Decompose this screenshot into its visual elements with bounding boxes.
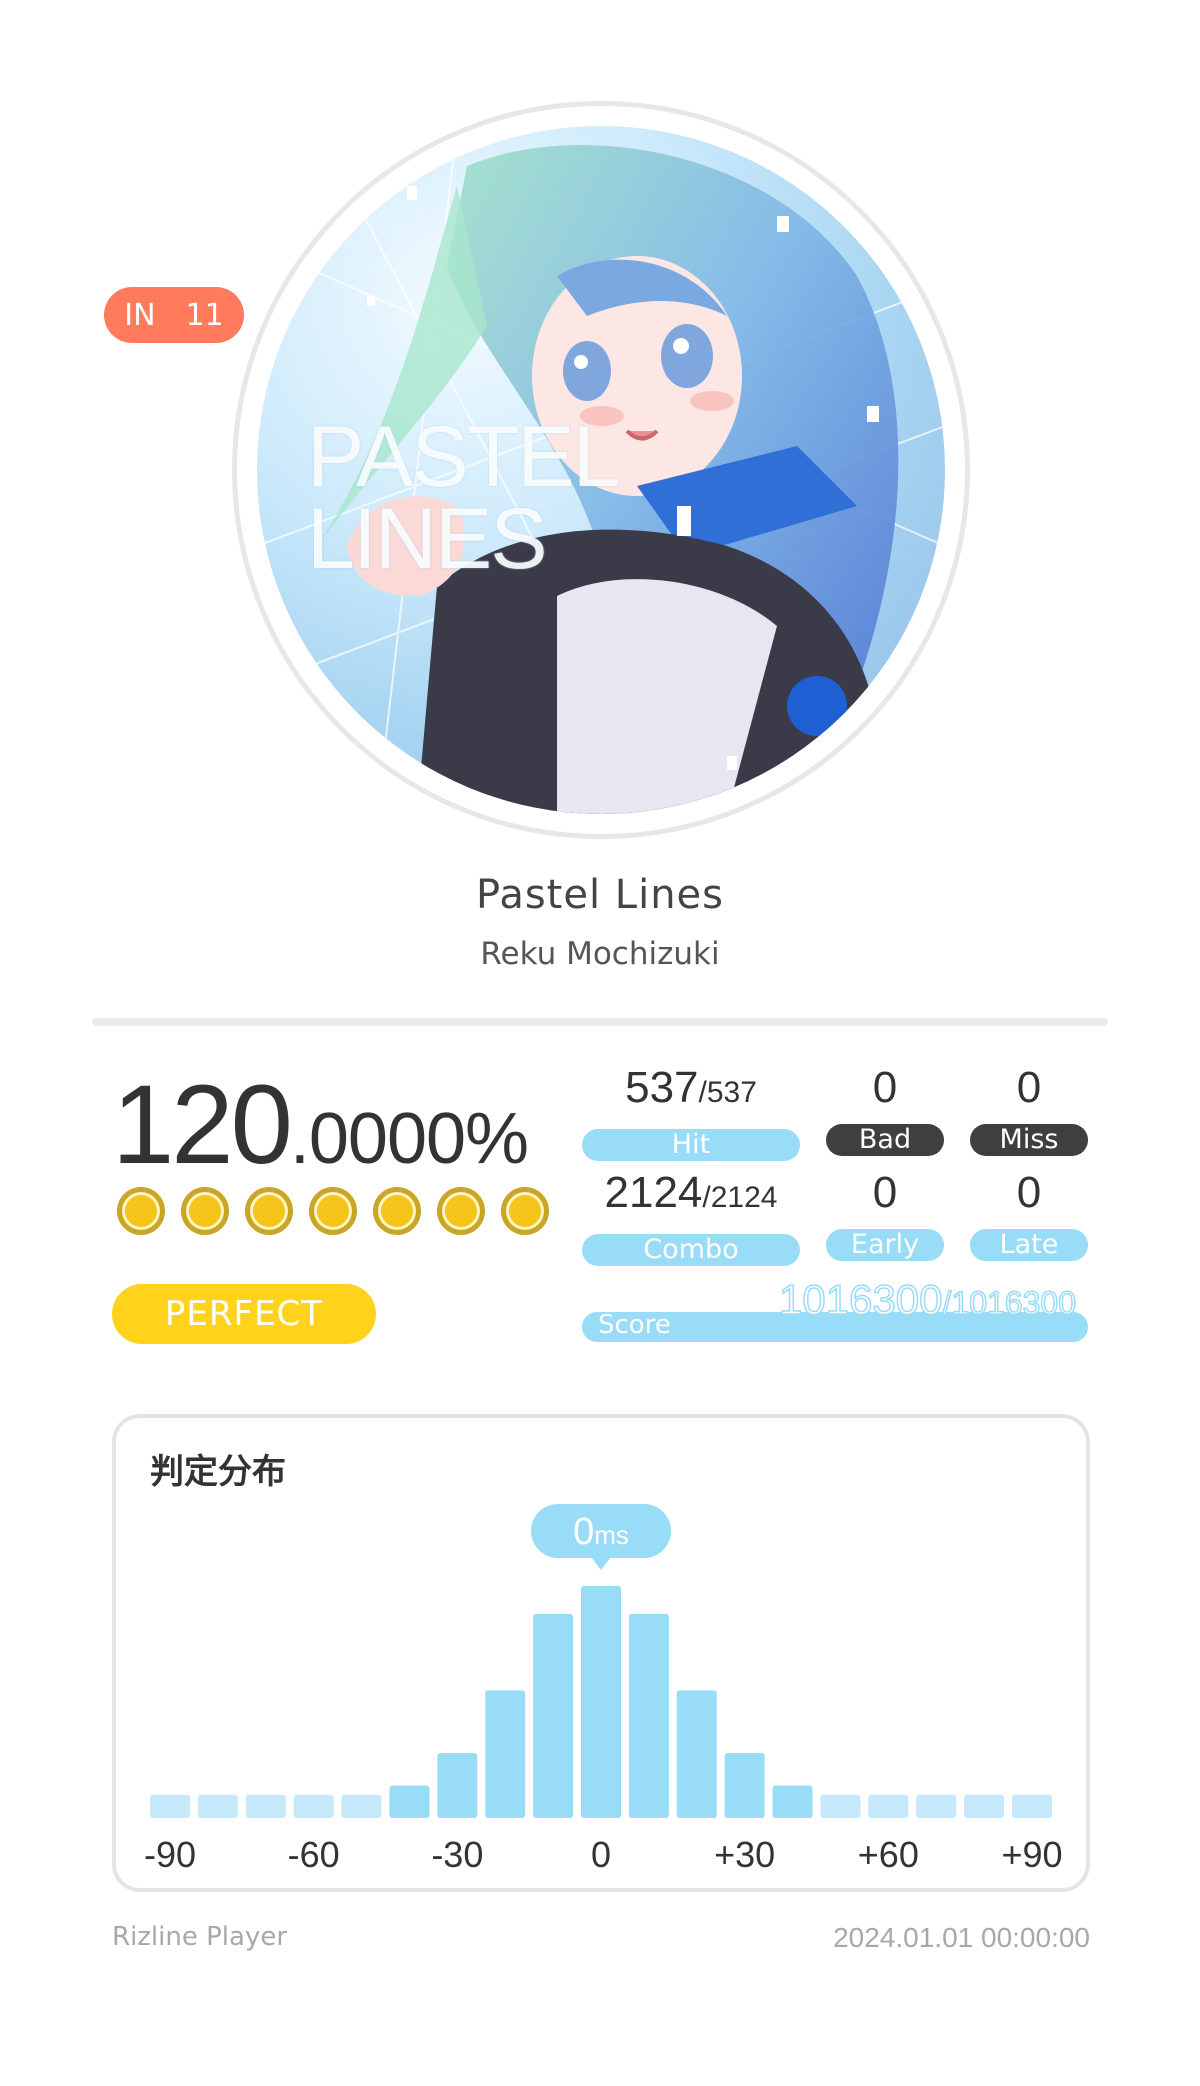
distribution-bar <box>628 1613 669 1818</box>
stat-bad: 0 Bad <box>826 1062 944 1156</box>
early-label: Early <box>826 1229 944 1261</box>
combo-value: 2124 <box>604 1168 703 1217</box>
score-bar: Score 1016300/1016300 <box>582 1275 1088 1342</box>
center-offset-bubble: 0ms <box>531 1504 671 1570</box>
distribution-tick-label: -30 <box>431 1834 483 1875</box>
difficulty-level: 11 <box>185 297 224 333</box>
distribution-bar <box>1012 1794 1052 1818</box>
stat-combo: 2124/2124 Combo <box>582 1167 800 1266</box>
miss-value: 0 <box>1016 1063 1042 1112</box>
distribution-chart: -90 -60 -30 0 +30 +60 +900ms <box>144 1504 1063 1875</box>
cover-art: PASTEL LINES <box>257 126 945 814</box>
distribution-tick-label: +60 <box>858 1834 919 1875</box>
bad-value: 0 <box>872 1063 898 1112</box>
distribution-bar <box>293 1794 334 1818</box>
early-value: 0 <box>872 1168 898 1217</box>
distribution-bar <box>916 1794 957 1818</box>
difficulty-badge: IN 11 <box>104 287 244 343</box>
distribution-bar <box>485 1690 526 1818</box>
distribution-bar <box>150 1794 190 1818</box>
stat-hit: 537/537 Hit <box>582 1062 800 1161</box>
distribution-tick-label: -60 <box>288 1834 340 1875</box>
cover-ring: PASTEL LINES <box>232 101 970 839</box>
distribution-bar <box>437 1753 478 1818</box>
late-label: Late <box>970 1229 1088 1261</box>
footer-app-name: Rizline Player <box>112 1922 288 1952</box>
coin-icon <box>309 1187 357 1235</box>
accuracy-integer: 120 <box>112 1062 293 1187</box>
hit-max: /537 <box>698 1076 757 1109</box>
distribution-bar <box>820 1794 861 1818</box>
combo-max: /2124 <box>702 1181 778 1214</box>
coin-icon <box>117 1187 165 1235</box>
score-label: Score <box>598 1310 671 1340</box>
song-artist: Reku Mochizuki <box>480 936 720 972</box>
song-title: Pastel Lines <box>476 872 724 918</box>
distribution-bar <box>341 1794 382 1818</box>
distribution-tick-label: +90 <box>1001 1834 1062 1875</box>
coin-icon <box>501 1187 549 1235</box>
center-offset-value: 0 <box>573 1511 594 1553</box>
distribution-bar <box>964 1794 1005 1818</box>
center-offset-unit: ms <box>594 1520 629 1550</box>
combo-label: Combo <box>582 1234 800 1266</box>
result-screen: { "song": { "difficulty": "IN", "level":… <box>0 0 1200 2086</box>
difficulty-name: IN <box>124 297 156 333</box>
distribution-bar <box>868 1794 909 1818</box>
distribution-bar <box>581 1586 621 1818</box>
late-value: 0 <box>1016 1168 1042 1217</box>
divider <box>92 1018 1108 1026</box>
bad-label: Bad <box>826 1124 944 1156</box>
distribution-tick-label: -90 <box>144 1834 196 1875</box>
coin-icon <box>373 1187 421 1235</box>
distribution-bar <box>724 1753 765 1818</box>
coin-icon <box>245 1187 293 1235</box>
distribution-bar <box>245 1794 286 1818</box>
combo-value-line: 2124/2124 <box>582 1167 800 1224</box>
cover-title-text: PASTEL LINES <box>307 409 620 587</box>
distribution-bar <box>772 1785 813 1818</box>
accuracy: 120.0000% <box>112 1060 529 1189</box>
distribution-bar <box>389 1785 430 1818</box>
miss-label: Miss <box>970 1124 1088 1156</box>
distribution-tick-label: 0 <box>591 1834 611 1875</box>
distribution-bar <box>676 1690 717 1818</box>
hit-label: Hit <box>582 1129 800 1161</box>
coin-icon <box>181 1187 229 1235</box>
stat-early: 0 Early <box>826 1167 944 1261</box>
hit-value: 537 <box>625 1063 699 1112</box>
judgement-distribution-card: 判定分布 -90 -60 -30 0 +30 +60 +90 0ms <box>112 1414 1090 1892</box>
footer-timestamp: 2024.01.01 00:00:00 <box>833 1922 1090 1953</box>
distribution-tick-label: +30 <box>714 1834 775 1875</box>
coin-row <box>117 1187 549 1235</box>
distribution-bar <box>197 1794 238 1818</box>
rank-badge: PERFECT <box>112 1284 376 1344</box>
coin-icon <box>437 1187 485 1235</box>
score-value: 1016300 <box>778 1275 943 1324</box>
accuracy-decimal: .0000% <box>289 1099 529 1179</box>
stat-late: 0 Late <box>970 1167 1088 1261</box>
score-max: /1016300 <box>942 1284 1077 1322</box>
distribution-bar <box>533 1613 574 1818</box>
hit-value-line: 537/537 <box>582 1062 800 1119</box>
score-value-line: 1016300/1016300 <box>778 1275 1077 1324</box>
stat-miss: 0 Miss <box>970 1062 1088 1156</box>
